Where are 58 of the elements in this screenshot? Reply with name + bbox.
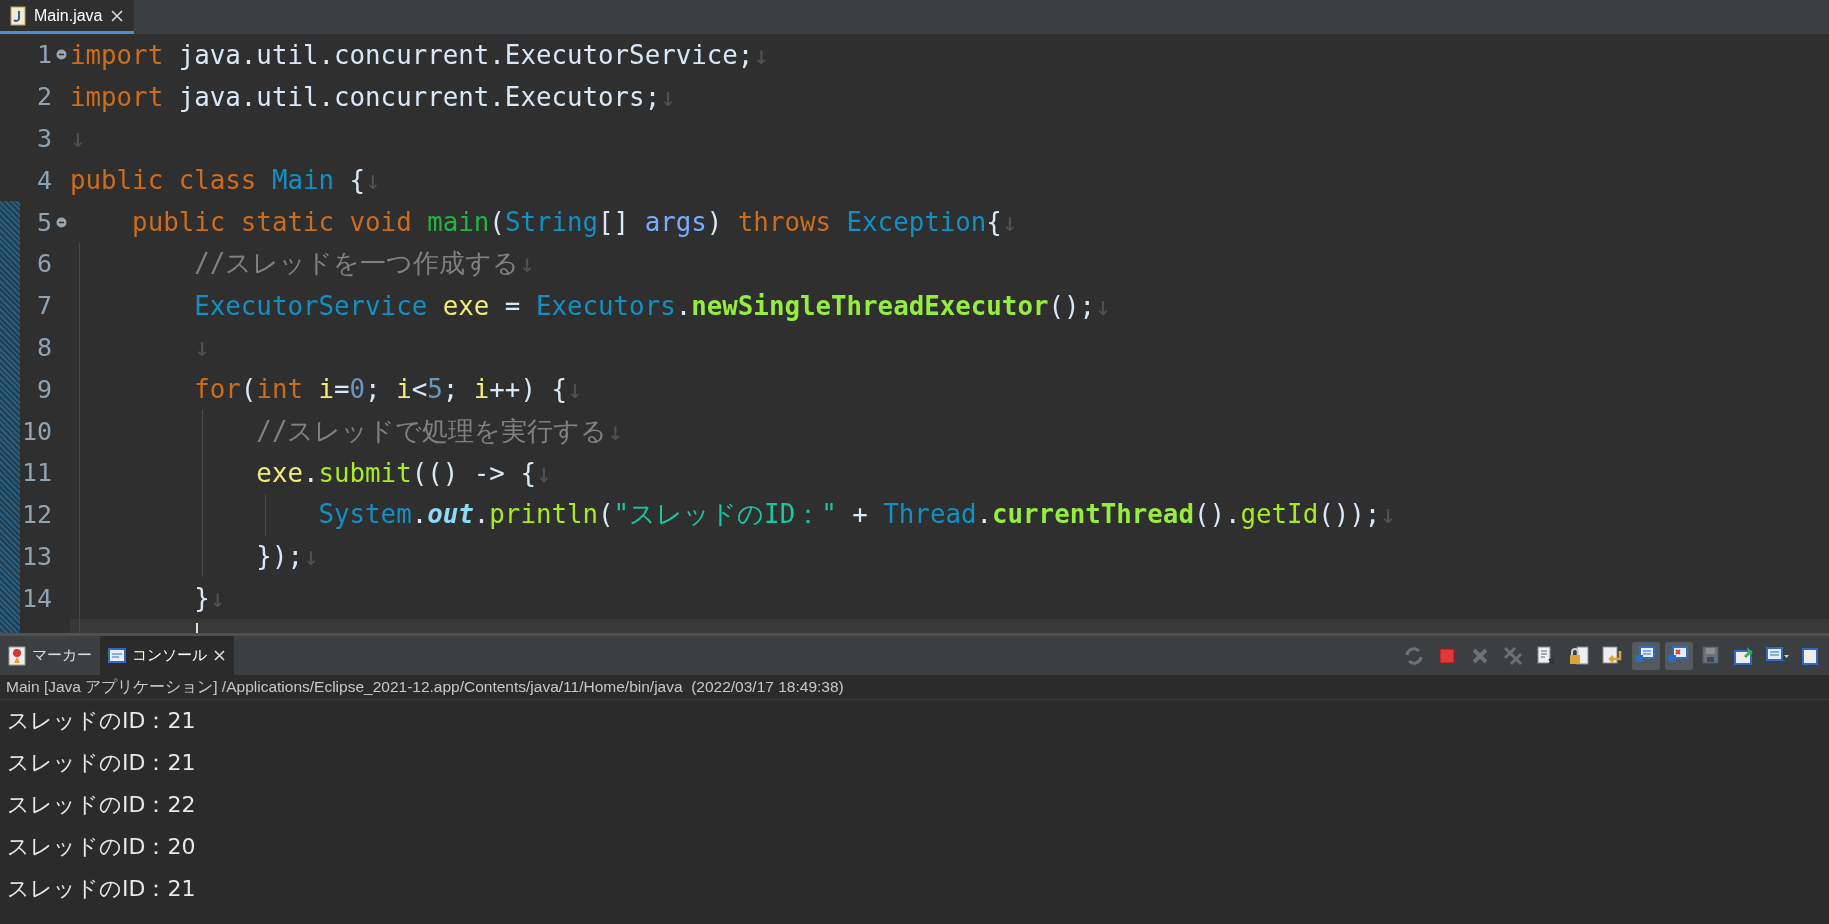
document-arrow-icon	[1602, 646, 1622, 663]
toolbar-button[interactable]	[1632, 641, 1660, 670]
close-icon[interactable]	[213, 649, 226, 662]
line-number: 4	[36, 165, 52, 195]
console-header: Main [Java アプリケーション] /Applications/Eclipse_2021-12.app/Contents/java/11/Home/bin/java (2022/03/17 18:49:38)	[6, 676, 844, 697]
code-line: import java.util.concurrent.ExecutorService;↓	[70, 39, 769, 70]
code-line: public class Main {↓	[70, 165, 381, 196]
line-number: 1	[36, 40, 52, 70]
console-output-line: スレッドのID：21	[7, 707, 196, 735]
document-x-icon	[1537, 646, 1555, 665]
code-line: exe.submit(() -> {↓	[255, 457, 552, 488]
line-number: 13	[21, 541, 52, 571]
code-line: public static void main(String[] args) throws Exception{↓	[131, 207, 1018, 238]
markers-icon	[8, 645, 26, 666]
line-number: 11	[21, 458, 52, 488]
code-line: //スレッドで処理を実行する↓	[255, 414, 623, 448]
monitor-icon	[1635, 645, 1655, 662]
code-line: System.out.println("スレッドのID：" + Thread.currentThread().getId());↓	[317, 498, 1396, 532]
line-number: 10	[21, 416, 52, 446]
window-icon	[1802, 647, 1818, 665]
code-line: ↓	[70, 123, 86, 154]
stop-icon	[1439, 648, 1455, 663]
line-number: 12	[21, 500, 52, 530]
code-line: ↓	[193, 332, 210, 363]
close-icon	[1472, 647, 1488, 664]
line-number: 5	[36, 207, 52, 237]
monitor-dropdown-icon	[1766, 646, 1789, 661]
editor-tab[interactable]: Main.java	[0, 0, 135, 34]
sync-icon	[1405, 646, 1423, 665]
fold-minus-icon[interactable]	[55, 216, 67, 228]
lock-icon	[1570, 646, 1589, 664]
console-output-line: スレッドのID：21	[7, 875, 196, 903]
code-line: //スレッドを一つ作成する↓	[193, 247, 535, 281]
code-line: for(int i=0; i<5; i++) {↓	[193, 374, 583, 405]
close-icon[interactable]	[110, 8, 125, 23]
line-number: 7	[36, 291, 52, 321]
code-line: import java.util.concurrent.Executors;↓	[70, 81, 676, 112]
line-number: 14	[21, 583, 52, 613]
code-line: });↓	[255, 541, 319, 572]
window-pin-icon	[1734, 646, 1753, 665]
view-tab[interactable]: コンソール	[100, 636, 234, 675]
view-tab[interactable]: マーカー	[0, 636, 100, 675]
line-number: 9	[36, 374, 52, 404]
line-number: 6	[36, 249, 52, 279]
toolbar-button[interactable]	[1665, 641, 1693, 670]
code-line: }↓	[193, 583, 226, 614]
code-line: ExecutorService exe = Executors.newSingleThreadExecutor();↓	[193, 290, 1111, 321]
line-number: 3	[36, 124, 52, 153]
console-icon	[108, 646, 126, 665]
line-number: 2	[36, 82, 52, 112]
fold-minus-icon[interactable]	[55, 49, 67, 61]
console-output-line: スレッドのID：21	[7, 749, 196, 777]
java-file-icon	[10, 5, 26, 26]
console-output-line: スレッドのID：20	[7, 833, 196, 861]
monitor-error-icon	[1668, 645, 1688, 662]
console-output-line: スレッドのID：22	[7, 791, 196, 819]
line-number: 8	[36, 332, 52, 362]
double-x-icon	[1503, 646, 1523, 665]
